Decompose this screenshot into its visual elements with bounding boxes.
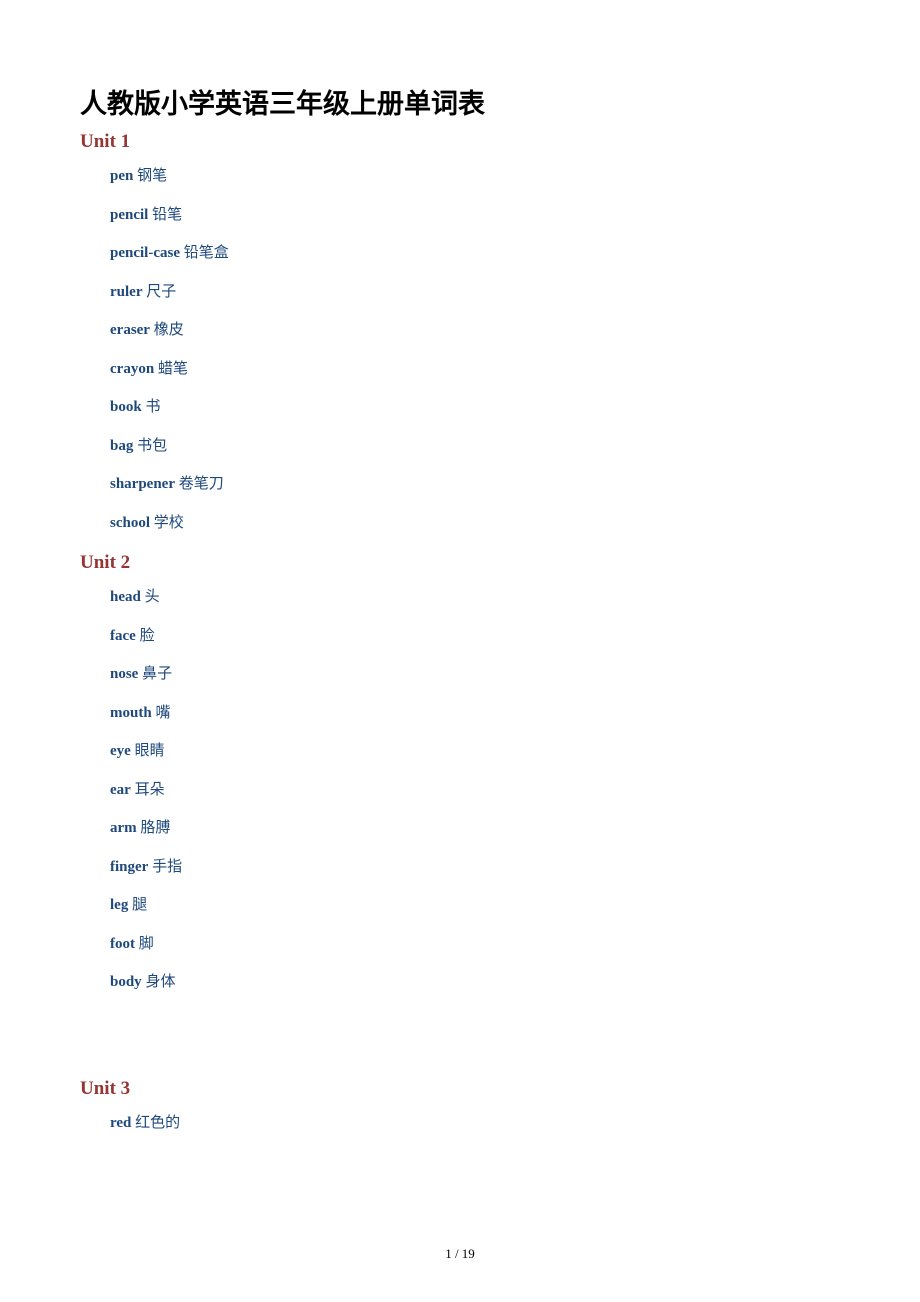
vocab-english: mouth (110, 705, 152, 721)
vocab-chinese: 铅笔盒 (184, 245, 229, 261)
list-item: crayon 蜡笔 (110, 360, 840, 380)
vocab-chinese: 手指 (152, 859, 182, 875)
vocab-english: pencil-case (110, 245, 180, 261)
list-item: face 脸 (110, 627, 840, 647)
list-item: bag 书包 (110, 437, 840, 457)
list-item: pencil-case 铅笔盒 (110, 244, 840, 264)
vocab-english: face (110, 628, 136, 644)
unit-2-vocab-list: head 头 face 脸 nose 鼻子 mouth 嘴 eye 眼睛 ear… (80, 588, 840, 993)
vocab-chinese: 脸 (140, 628, 155, 644)
vocab-chinese: 书 (145, 399, 160, 415)
vocab-chinese: 眼睛 (135, 743, 165, 759)
vocab-english: ruler (110, 284, 142, 300)
list-item: arm 胳膊 (110, 819, 840, 839)
vocab-chinese: 脚 (139, 936, 154, 952)
unit-3-section: Unit 3 red 红色的 (80, 1078, 840, 1134)
list-item: eye 眼睛 (110, 742, 840, 762)
list-item: ruler 尺子 (110, 283, 840, 303)
list-item: body 身体 (110, 973, 840, 993)
vocab-chinese: 鼻子 (142, 666, 172, 682)
unit-2-section: Unit 2 head 头 face 脸 nose 鼻子 mouth 嘴 eye… (80, 552, 840, 993)
list-item: mouth 嘴 (110, 704, 840, 724)
vocab-chinese: 学校 (154, 515, 184, 531)
vocab-chinese: 红色的 (135, 1115, 180, 1131)
page-title: 人教版小学英语三年级上册单词表 (80, 82, 840, 121)
unit-2-heading: Unit 2 (80, 552, 840, 574)
vocab-chinese: 胳膊 (140, 820, 170, 836)
vocab-chinese: 蜡笔 (158, 361, 188, 377)
vocab-english: foot (110, 936, 135, 952)
unit-3-heading: Unit 3 (80, 1078, 840, 1100)
list-item: leg 腿 (110, 896, 840, 916)
vocab-english: school (110, 515, 150, 531)
vocab-english: red (110, 1115, 131, 1131)
vocab-chinese: 嘴 (155, 705, 170, 721)
vocab-english: body (110, 974, 142, 990)
vocab-english: pencil (110, 207, 148, 223)
vocab-english: bag (110, 438, 133, 454)
vocab-chinese: 铅笔 (152, 207, 182, 223)
unit-1-section: Unit 1 pen 钢笔 pencil 铅笔 pencil-case 铅笔盒 … (80, 131, 840, 533)
vocab-chinese: 耳朵 (135, 782, 165, 798)
page-number: 1 / 19 (0, 1246, 920, 1262)
vocab-english: head (110, 589, 141, 605)
unit-1-heading: Unit 1 (80, 131, 840, 153)
vocab-english: pen (110, 168, 133, 184)
vocab-english: sharpener (110, 476, 175, 492)
vocab-english: nose (110, 666, 138, 682)
vocab-english: ear (110, 782, 131, 798)
list-item: pencil 铅笔 (110, 206, 840, 226)
vocab-english: eraser (110, 322, 150, 338)
list-item: pen 钢笔 (110, 167, 840, 187)
list-item: school 学校 (110, 514, 840, 534)
list-item: finger 手指 (110, 858, 840, 878)
unit-1-vocab-list: pen 钢笔 pencil 铅笔 pencil-case 铅笔盒 ruler 尺… (80, 167, 840, 533)
vocab-english: book (110, 399, 142, 415)
vocab-english: arm (110, 820, 137, 836)
list-item: red 红色的 (110, 1114, 840, 1134)
list-item: head 头 (110, 588, 840, 608)
vocab-chinese: 橡皮 (154, 322, 184, 338)
vocab-chinese: 书包 (137, 438, 167, 454)
vocab-chinese: 头 (145, 589, 160, 605)
vocab-chinese: 卷笔刀 (179, 476, 224, 492)
vocab-chinese: 身体 (145, 974, 175, 990)
unit-3-vocab-list: red 红色的 (80, 1114, 840, 1134)
list-item: nose 鼻子 (110, 665, 840, 685)
list-item: eraser 橡皮 (110, 321, 840, 341)
vocab-chinese: 腿 (132, 897, 147, 913)
vocab-chinese: 尺子 (146, 284, 176, 300)
vocab-english: crayon (110, 361, 154, 377)
list-item: ear 耳朵 (110, 781, 840, 801)
list-item: foot 脚 (110, 935, 840, 955)
list-item: sharpener 卷笔刀 (110, 475, 840, 495)
vocab-english: eye (110, 743, 131, 759)
vocab-english: finger (110, 859, 148, 875)
vocab-chinese: 钢笔 (137, 168, 167, 184)
list-item: book 书 (110, 398, 840, 418)
vocab-english: leg (110, 897, 128, 913)
